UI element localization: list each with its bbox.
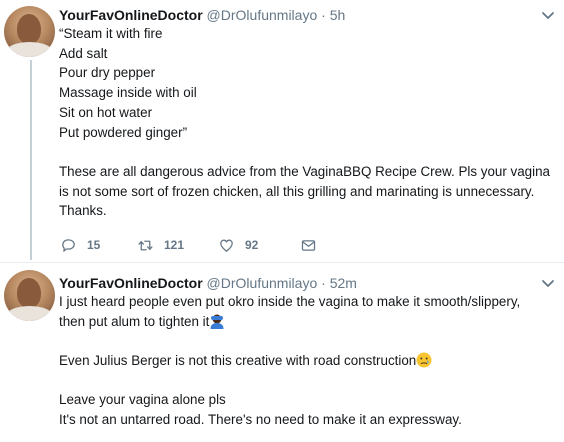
tweet-line: then put alum to tighten it [59, 312, 559, 332]
tweet-line: Leave your vagina alone pls [59, 392, 226, 408]
tweet-2[interactable]: YourFavOnlineDoctor @DrOlufunmilayo · 52… [0, 264, 564, 442]
tweet-actions: 15 121 92 [60, 235, 360, 255]
envelope-icon [301, 239, 316, 251]
tweet-line: Even Julius Berger is not this creative … [59, 351, 559, 371]
direct-message-button[interactable] [300, 235, 327, 255]
reply-icon [62, 238, 75, 252]
reply-count: 15 [87, 238, 101, 252]
tweet-line: These are all dangerous advice from the … [59, 163, 550, 179]
timestamp[interactable]: 5h [330, 7, 346, 23]
tweet-line: It's not an untarred road. There's no ne… [59, 412, 462, 428]
avatar-face [17, 14, 41, 44]
tweet-line: is not some sort of frozen chicken, all … [59, 183, 535, 199]
avatar-face [17, 278, 41, 308]
tweet-text: “Steam it with fire Add salt Pour dry pe… [59, 24, 559, 221]
user-handle[interactable]: @DrOlufunmilayo [207, 7, 318, 23]
tweet-header: YourFavOnlineDoctor @DrOlufunmilayo · 5h [59, 6, 345, 24]
tweet-line: Pour dry pepper [59, 65, 156, 81]
chevron-down-icon[interactable] [540, 7, 556, 23]
reply-button[interactable]: 15 [60, 235, 100, 255]
tweet-line-text: then put alum to tighten it [59, 313, 210, 329]
chevron-down-icon[interactable] [540, 275, 556, 291]
separator-dot: · [321, 7, 326, 23]
like-button[interactable]: 92 [218, 235, 258, 255]
avatar-shirt [6, 306, 53, 321]
display-name[interactable]: YourFavOnlineDoctor [59, 7, 203, 23]
like-count: 92 [245, 238, 259, 252]
tweet-line: Add salt [59, 45, 108, 61]
separator-dot: · [321, 275, 326, 291]
heart-icon [220, 239, 233, 252]
avatar[interactable] [4, 6, 55, 57]
avatar[interactable] [4, 270, 55, 321]
tweet-line-text: Even Julius Berger is not this creative … [59, 353, 417, 369]
tweet-line: Massage inside with oil [59, 85, 197, 101]
timestamp[interactable]: 52m [330, 275, 357, 291]
retweet-button[interactable]: 121 [137, 235, 184, 255]
tweet-1[interactable]: YourFavOnlineDoctor @DrOlufunmilayo · 5h… [0, 0, 564, 262]
crying-face-emoji [416, 352, 432, 368]
user-handle[interactable]: @DrOlufunmilayo [207, 275, 318, 291]
retweet-icon [138, 240, 153, 250]
display-name[interactable]: YourFavOnlineDoctor [59, 275, 203, 291]
person-facepalming-emoji [210, 314, 224, 329]
tweet-divider [0, 262, 564, 263]
tweet-line: Sit on hot water [59, 104, 153, 120]
tweet-line: Thanks. [59, 203, 107, 219]
tweet-line: I just heard people even put okro inside… [59, 294, 521, 309]
tweet-text: I just heard people even put okro inside… [59, 292, 559, 430]
retweet-count: 121 [164, 238, 185, 252]
tweet-line: Put powdered ginger” [59, 124, 188, 140]
tweet-header: YourFavOnlineDoctor @DrOlufunmilayo · 52… [59, 274, 357, 292]
tweet-line: “Steam it with fire [59, 26, 163, 41]
avatar-shirt [6, 42, 53, 57]
